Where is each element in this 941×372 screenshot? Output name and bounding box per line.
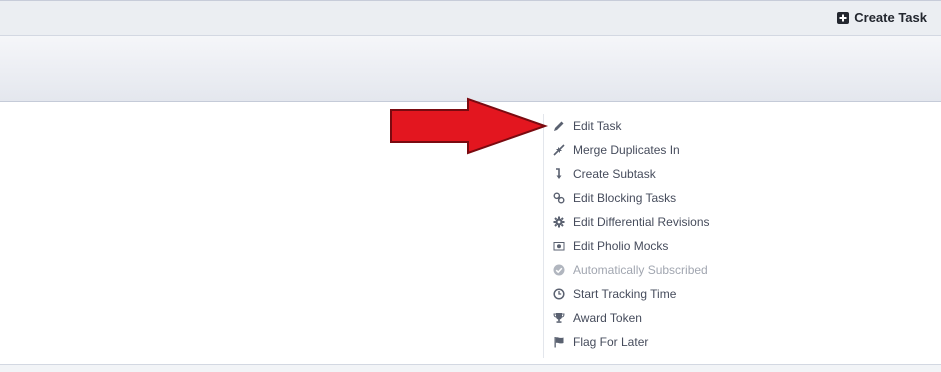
- action-create-subtask[interactable]: Create Subtask: [544, 162, 710, 186]
- action-label: Start Tracking Time: [573, 287, 677, 301]
- action-flag-for-later[interactable]: Flag For Later: [544, 330, 710, 354]
- check-circle-icon: [553, 264, 565, 276]
- plus-square-icon: [837, 11, 850, 24]
- action-automatically-subscribed: Automatically Subscribed: [544, 258, 710, 282]
- action-label: Create Subtask: [573, 167, 656, 181]
- arrow-shape: [390, 97, 549, 155]
- action-label: Edit Task: [573, 119, 622, 133]
- action-label: Award Token: [573, 311, 642, 325]
- action-edit-pholio-mocks[interactable]: Edit Pholio Mocks: [544, 234, 710, 258]
- action-label: Automatically Subscribed: [573, 263, 708, 277]
- action-list: Edit Task Merge Duplicates In Create Sub…: [543, 114, 710, 358]
- action-merge-duplicates[interactable]: Merge Duplicates In: [544, 138, 710, 162]
- action-label: Edit Differential Revisions: [573, 215, 710, 229]
- red-arrow-annotation: [390, 97, 549, 155]
- action-label: Merge Duplicates In: [573, 143, 680, 157]
- camera-icon: [553, 240, 565, 252]
- top-bar: Create Task: [0, 0, 941, 35]
- action-label: Edit Pholio Mocks: [573, 239, 669, 253]
- clock-icon: [553, 288, 565, 300]
- create-task-button[interactable]: Create Task: [837, 10, 927, 25]
- subtask-arrow-icon: [553, 168, 565, 180]
- object-header: [0, 35, 941, 102]
- action-edit-task[interactable]: Edit Task: [544, 114, 710, 138]
- flag-icon: [553, 336, 565, 348]
- action-award-token[interactable]: Award Token: [544, 306, 710, 330]
- gear-icon: [553, 216, 565, 228]
- link-icon: [553, 192, 565, 204]
- action-start-tracking-time[interactable]: Start Tracking Time: [544, 282, 710, 306]
- pencil-icon: [553, 120, 565, 132]
- action-label: Edit Blocking Tasks: [573, 191, 677, 205]
- action-edit-differential-revisions[interactable]: Edit Differential Revisions: [544, 210, 710, 234]
- trophy-icon: [553, 312, 565, 324]
- action-edit-blocking-tasks[interactable]: Edit Blocking Tasks: [544, 186, 710, 210]
- footer-strip: [0, 365, 941, 372]
- action-label: Flag For Later: [573, 335, 649, 349]
- merge-icon: [553, 144, 565, 156]
- create-task-label: Create Task: [854, 10, 927, 25]
